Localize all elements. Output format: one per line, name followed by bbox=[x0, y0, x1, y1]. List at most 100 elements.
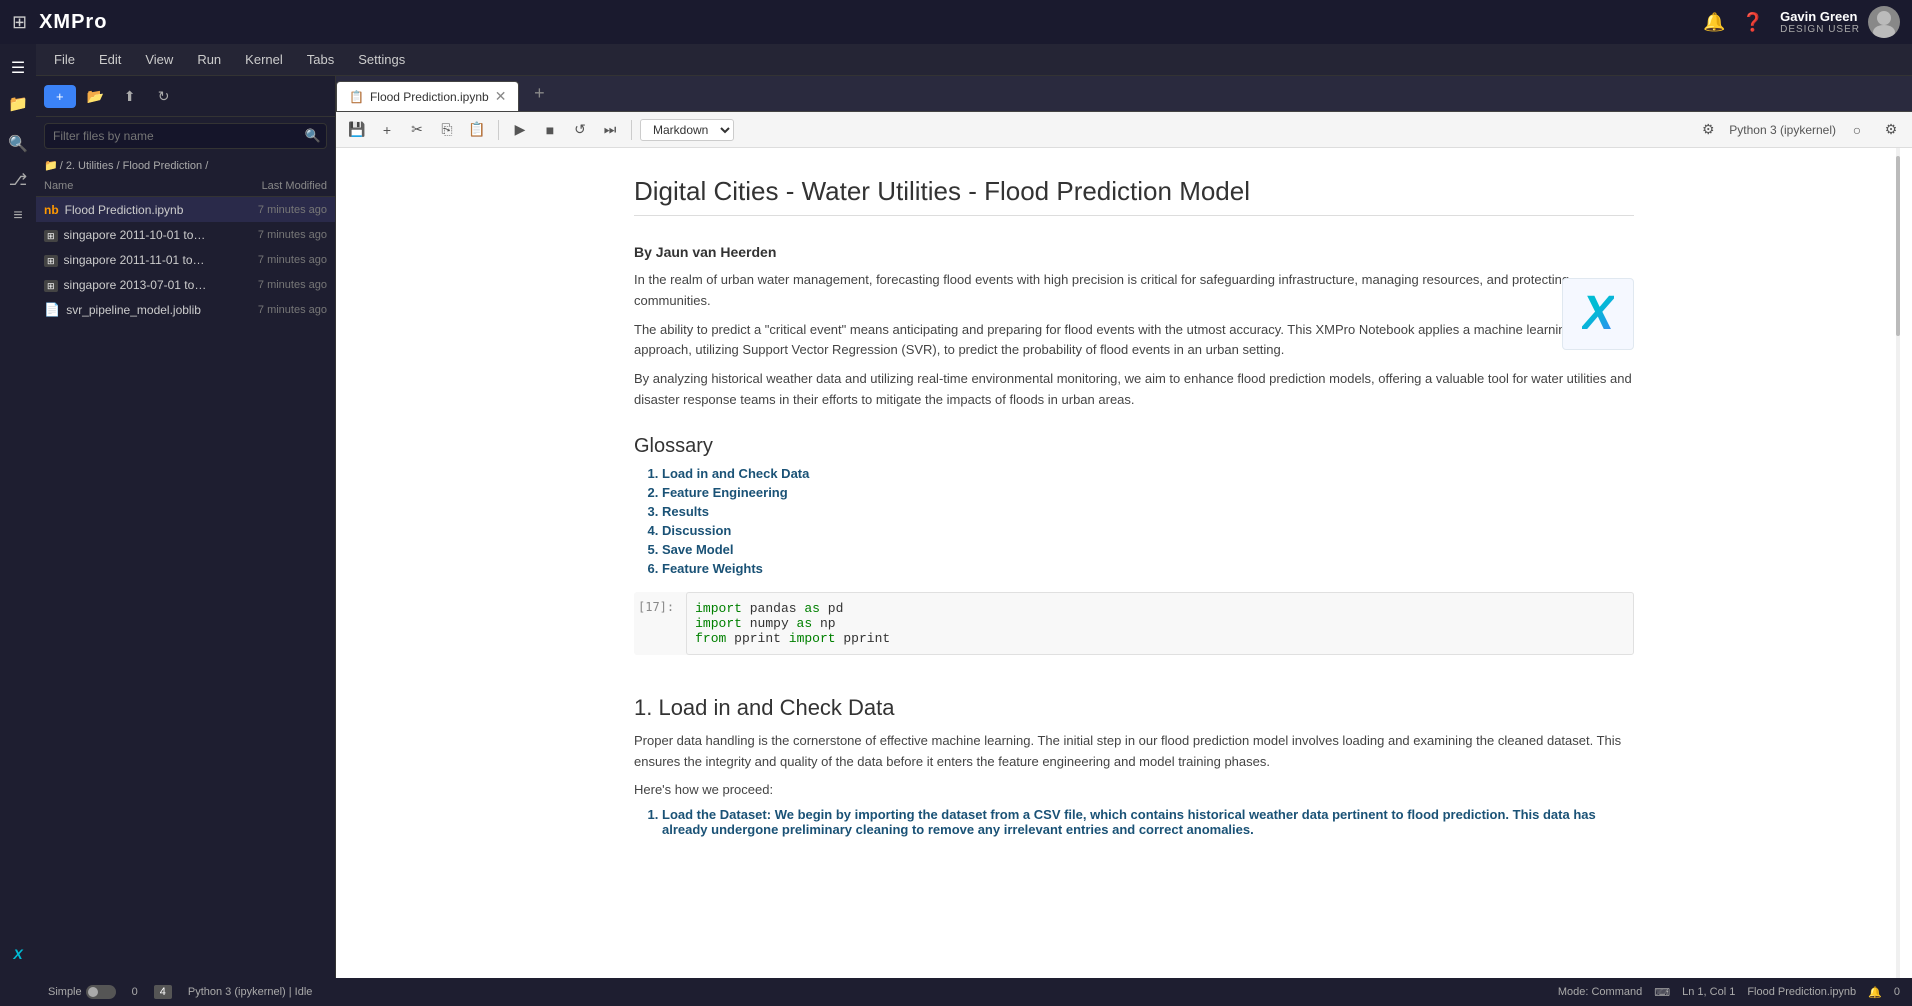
search-input[interactable] bbox=[44, 123, 327, 149]
menu-tabs[interactable]: Tabs bbox=[297, 50, 344, 69]
simple-toggle-button[interactable] bbox=[86, 985, 116, 999]
glossary-item-1[interactable]: Feature Engineering bbox=[662, 485, 1634, 500]
tab-close-icon[interactable]: ✕ bbox=[495, 88, 507, 105]
author-text: By Jaun van Heerden bbox=[634, 244, 1634, 260]
file-modified-1: 7 minutes ago bbox=[207, 229, 327, 241]
nb-settings-icon[interactable]: ⚙ bbox=[1878, 117, 1904, 143]
file-info: Flood Prediction.ipynb bbox=[1747, 986, 1856, 998]
notebook-content[interactable]: X Digital Cities - Water Utilities - Flo… bbox=[336, 148, 1912, 978]
refresh-icon[interactable]: ↻ bbox=[150, 82, 178, 110]
kernel-info: Python 3 (ipykernel) bbox=[1729, 123, 1836, 137]
menu-settings[interactable]: Settings bbox=[348, 50, 415, 69]
bell-icon[interactable]: 🔔 bbox=[1703, 12, 1725, 33]
cursor-pos-icon: ⌨ bbox=[1654, 986, 1670, 999]
git-icon[interactable]: ⎇ bbox=[2, 164, 34, 196]
file-item-4[interactable]: 📄 svr_pipeline_model.joblib 7 minutes ag… bbox=[36, 297, 335, 323]
run-button[interactable]: ▶ bbox=[507, 117, 533, 143]
kernel-status-icon[interactable]: ○ bbox=[1844, 117, 1870, 143]
topbar: ⊞ XMPro 🔔 ❓ Gavin Green DESIGN USER bbox=[0, 0, 1912, 44]
simple-toggle: Simple bbox=[48, 985, 116, 999]
toolbar-right-actions: ⚙ Python 3 (ipykernel) ○ ⚙ bbox=[1695, 117, 1904, 143]
menu-file[interactable]: File bbox=[44, 50, 85, 69]
search-sidebar-icon[interactable]: 🔍 bbox=[2, 128, 34, 160]
file-icon-4: 📄 bbox=[44, 302, 60, 318]
glossary-link-2[interactable]: Results bbox=[662, 504, 709, 519]
code-prompt: [17]: bbox=[634, 592, 678, 622]
tab-label: Flood Prediction.ipynb bbox=[370, 90, 489, 104]
author-cell: By Jaun van Heerden In the realm of urba… bbox=[634, 236, 1634, 427]
section1-cell: 1. Load in and Check Data Proper data ha… bbox=[634, 671, 1634, 849]
glossary-link-5[interactable]: Feature Weights bbox=[662, 561, 763, 576]
save-button[interactable]: 💾 bbox=[344, 117, 370, 143]
paragraph-1: In the realm of urban water management, … bbox=[634, 270, 1634, 312]
tab-add-button[interactable]: + bbox=[525, 80, 553, 108]
avatar bbox=[1868, 6, 1900, 38]
restart-button[interactable]: ↺ bbox=[567, 117, 593, 143]
file-icon-0: nb bbox=[44, 202, 59, 217]
app-logo: XMPro bbox=[39, 11, 107, 34]
glossary-link-3[interactable]: Discussion bbox=[662, 523, 731, 538]
file-list-header: Name Last Modified bbox=[36, 176, 335, 197]
new-button[interactable]: + + bbox=[44, 85, 76, 108]
cursor-pos: Ln 1, Col 1 bbox=[1682, 986, 1735, 998]
notebook-tabs: 📋 Flood Prediction.ipynb ✕ + bbox=[336, 76, 1912, 112]
file-item-1[interactable]: ⊞ singapore 2011-10-01 to 2... 7 minutes… bbox=[36, 222, 335, 247]
menu-edit[interactable]: Edit bbox=[89, 50, 131, 69]
col-name-header: Name bbox=[44, 180, 207, 192]
upload-icon[interactable]: ⬆ bbox=[116, 82, 144, 110]
tab-flood-prediction[interactable]: 📋 Flood Prediction.ipynb ✕ bbox=[336, 81, 519, 111]
sidebar-toggle-icon[interactable]: ☰ bbox=[2, 52, 34, 84]
file-name-1: singapore 2011-10-01 to 2... bbox=[64, 228, 207, 242]
kernel-settings-icon[interactable]: ⚙ bbox=[1695, 117, 1721, 143]
code-cell-17: [17]: import pandas as pdimport numpy as… bbox=[634, 592, 1634, 655]
folder-icon[interactable]: 📁 bbox=[2, 88, 34, 120]
glossary-link-4[interactable]: Save Model bbox=[662, 542, 734, 557]
file-modified-0: 7 minutes ago bbox=[207, 204, 327, 216]
paste-button[interactable]: 📋 bbox=[464, 117, 490, 143]
bell-bottom-icon[interactable]: 🔔 bbox=[1868, 986, 1882, 999]
menu-kernel[interactable]: Kernel bbox=[235, 50, 293, 69]
glossary-item-3[interactable]: Discussion bbox=[662, 523, 1634, 538]
paragraph-2: The ability to predict a "critical event… bbox=[634, 320, 1634, 362]
add-cell-button[interactable]: + bbox=[374, 117, 400, 143]
help-icon[interactable]: ❓ bbox=[1742, 12, 1764, 33]
breadcrumb-text: / 2. Utilities / Flood Prediction / bbox=[60, 160, 209, 172]
separator-2 bbox=[631, 120, 632, 140]
menu-view[interactable]: View bbox=[135, 50, 183, 69]
glossary-link-1[interactable]: Feature Engineering bbox=[662, 485, 788, 500]
scrollbar-thumb[interactable] bbox=[1896, 156, 1900, 336]
left-icon-bar: ☰ 📁 🔍 ⎇ ≡ bbox=[0, 44, 36, 1006]
section1-title: 1. Load in and Check Data bbox=[634, 695, 1634, 721]
glossary-item-2[interactable]: Results bbox=[662, 504, 1634, 519]
code-content[interactable]: import pandas as pdimport numpy as npfro… bbox=[686, 592, 1634, 655]
section1-proceed: Here's how we proceed: bbox=[634, 780, 1634, 801]
open-folder-icon[interactable]: 📂 bbox=[82, 82, 110, 110]
file-item-0[interactable]: nb Flood Prediction.ipynb 7 minutes ago bbox=[36, 197, 335, 222]
file-item-3[interactable]: ⊞ singapore 2013-07-01 to 2... 7 minutes… bbox=[36, 272, 335, 297]
xmpro-bottom-icon[interactable]: X bbox=[2, 938, 34, 970]
list-icon[interactable]: ≡ bbox=[2, 200, 34, 232]
scrollbar-track[interactable] bbox=[1896, 148, 1900, 978]
file-item-2[interactable]: ⊞ singapore 2011-11-01 to 2... 7 minutes… bbox=[36, 247, 335, 272]
section1-list: Load the Dataset: We begin by importing … bbox=[634, 807, 1634, 837]
cell-type-select[interactable]: Markdown Code Raw bbox=[640, 119, 734, 141]
separator-1 bbox=[498, 120, 499, 140]
panel-toolbar: + + 📂 ⬆ ↻ bbox=[36, 76, 335, 117]
grid-icon[interactable]: ⊞ bbox=[12, 12, 27, 33]
copy-button[interactable]: ⎘ bbox=[434, 117, 460, 143]
cut-button[interactable]: ✂ bbox=[404, 117, 430, 143]
title-cell: Digital Cities - Water Utilities - Flood… bbox=[634, 168, 1634, 236]
interrupt-button[interactable]: ■ bbox=[537, 117, 563, 143]
glossary-title: Glossary bbox=[634, 435, 1634, 458]
glossary-item-5[interactable]: Feature Weights bbox=[662, 561, 1634, 576]
mode-info: Mode: Command bbox=[1558, 986, 1642, 998]
file-modified-4: 7 minutes ago bbox=[207, 304, 327, 316]
glossary-list: Load in and Check Data Feature Engineerin… bbox=[634, 466, 1634, 576]
glossary-item-4[interactable]: Save Model bbox=[662, 542, 1634, 557]
glossary-item-0[interactable]: Load in and Check Data bbox=[662, 466, 1634, 481]
glossary-link-0[interactable]: Load in and Check Data bbox=[662, 466, 809, 481]
menu-run[interactable]: Run bbox=[187, 50, 231, 69]
file-modified-2: 7 minutes ago bbox=[207, 254, 327, 266]
search-icon: 🔍 bbox=[305, 128, 321, 144]
restart-run-button[interactable]: ⏭ bbox=[597, 117, 623, 143]
